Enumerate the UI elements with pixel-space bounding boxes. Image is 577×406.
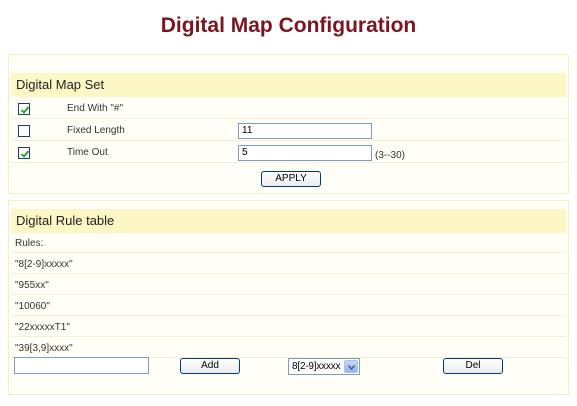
dropdown-arrow-button[interactable] [344,360,358,373]
end-with-hash-checkbox[interactable] [18,103,30,115]
fixed-length-checkbox[interactable] [18,125,30,137]
section-header-digital-map-set: Digital Map Set [11,73,566,97]
end-with-hash-row: End With "#" [11,99,566,119]
rule-row: "39[3,9]xxxx" [11,338,566,358]
rules-label: Rules: [15,238,44,249]
digital-map-set-panel: Digital Map Set End With "#" Fixed Lengt… [8,54,569,194]
apply-button[interactable]: APPLY [261,171,321,187]
rule-text: "39[3,9]xxxx" [15,343,73,354]
fixed-length-row: Fixed Length 11 [11,121,566,141]
time-out-label: Time Out [67,147,108,158]
time-out-range-hint: (3--30) [375,150,406,161]
time-out-row: Time Out 5 (3--30) [11,143,566,163]
rule-row: "955xx" [11,275,566,295]
time-out-input[interactable]: 5 [238,145,372,161]
checkmark-icon [20,106,30,114]
time-out-checkbox[interactable] [18,147,30,159]
chevron-down-icon [348,365,355,370]
rule-text: "955xx" [15,280,49,291]
rule-text: "10060" [15,301,50,312]
fixed-length-label: Fixed Length [67,125,125,136]
rule-select-value: 8[2-9]xxxxx [292,361,341,372]
section-header-digital-rule-table: Digital Rule table [11,209,566,233]
rule-text: "8[2-9]xxxxx" [15,259,73,270]
end-with-hash-label: End With "#" [67,103,124,114]
fixed-length-input[interactable]: 11 [238,123,372,139]
rule-row: "22xxxxxT1" [11,317,566,337]
checkmark-icon [20,150,30,158]
rule-row: "8[2-9]xxxxx" [11,254,566,274]
rule-row: "10060" [11,296,566,316]
delete-rule-button[interactable]: Del [443,358,503,374]
rule-select-dropdown[interactable]: 8[2-9]xxxxx [288,358,360,375]
rule-text: "22xxxxxT1" [15,322,70,333]
digital-rule-table-panel: Digital Rule table Rules: "8[2-9]xxxxx" … [8,200,569,395]
new-rule-input[interactable] [14,357,149,374]
page-title: Digital Map Configuration [160,14,417,37]
rules-label-row: Rules: [11,233,566,253]
add-rule-button[interactable]: Add [180,358,240,374]
